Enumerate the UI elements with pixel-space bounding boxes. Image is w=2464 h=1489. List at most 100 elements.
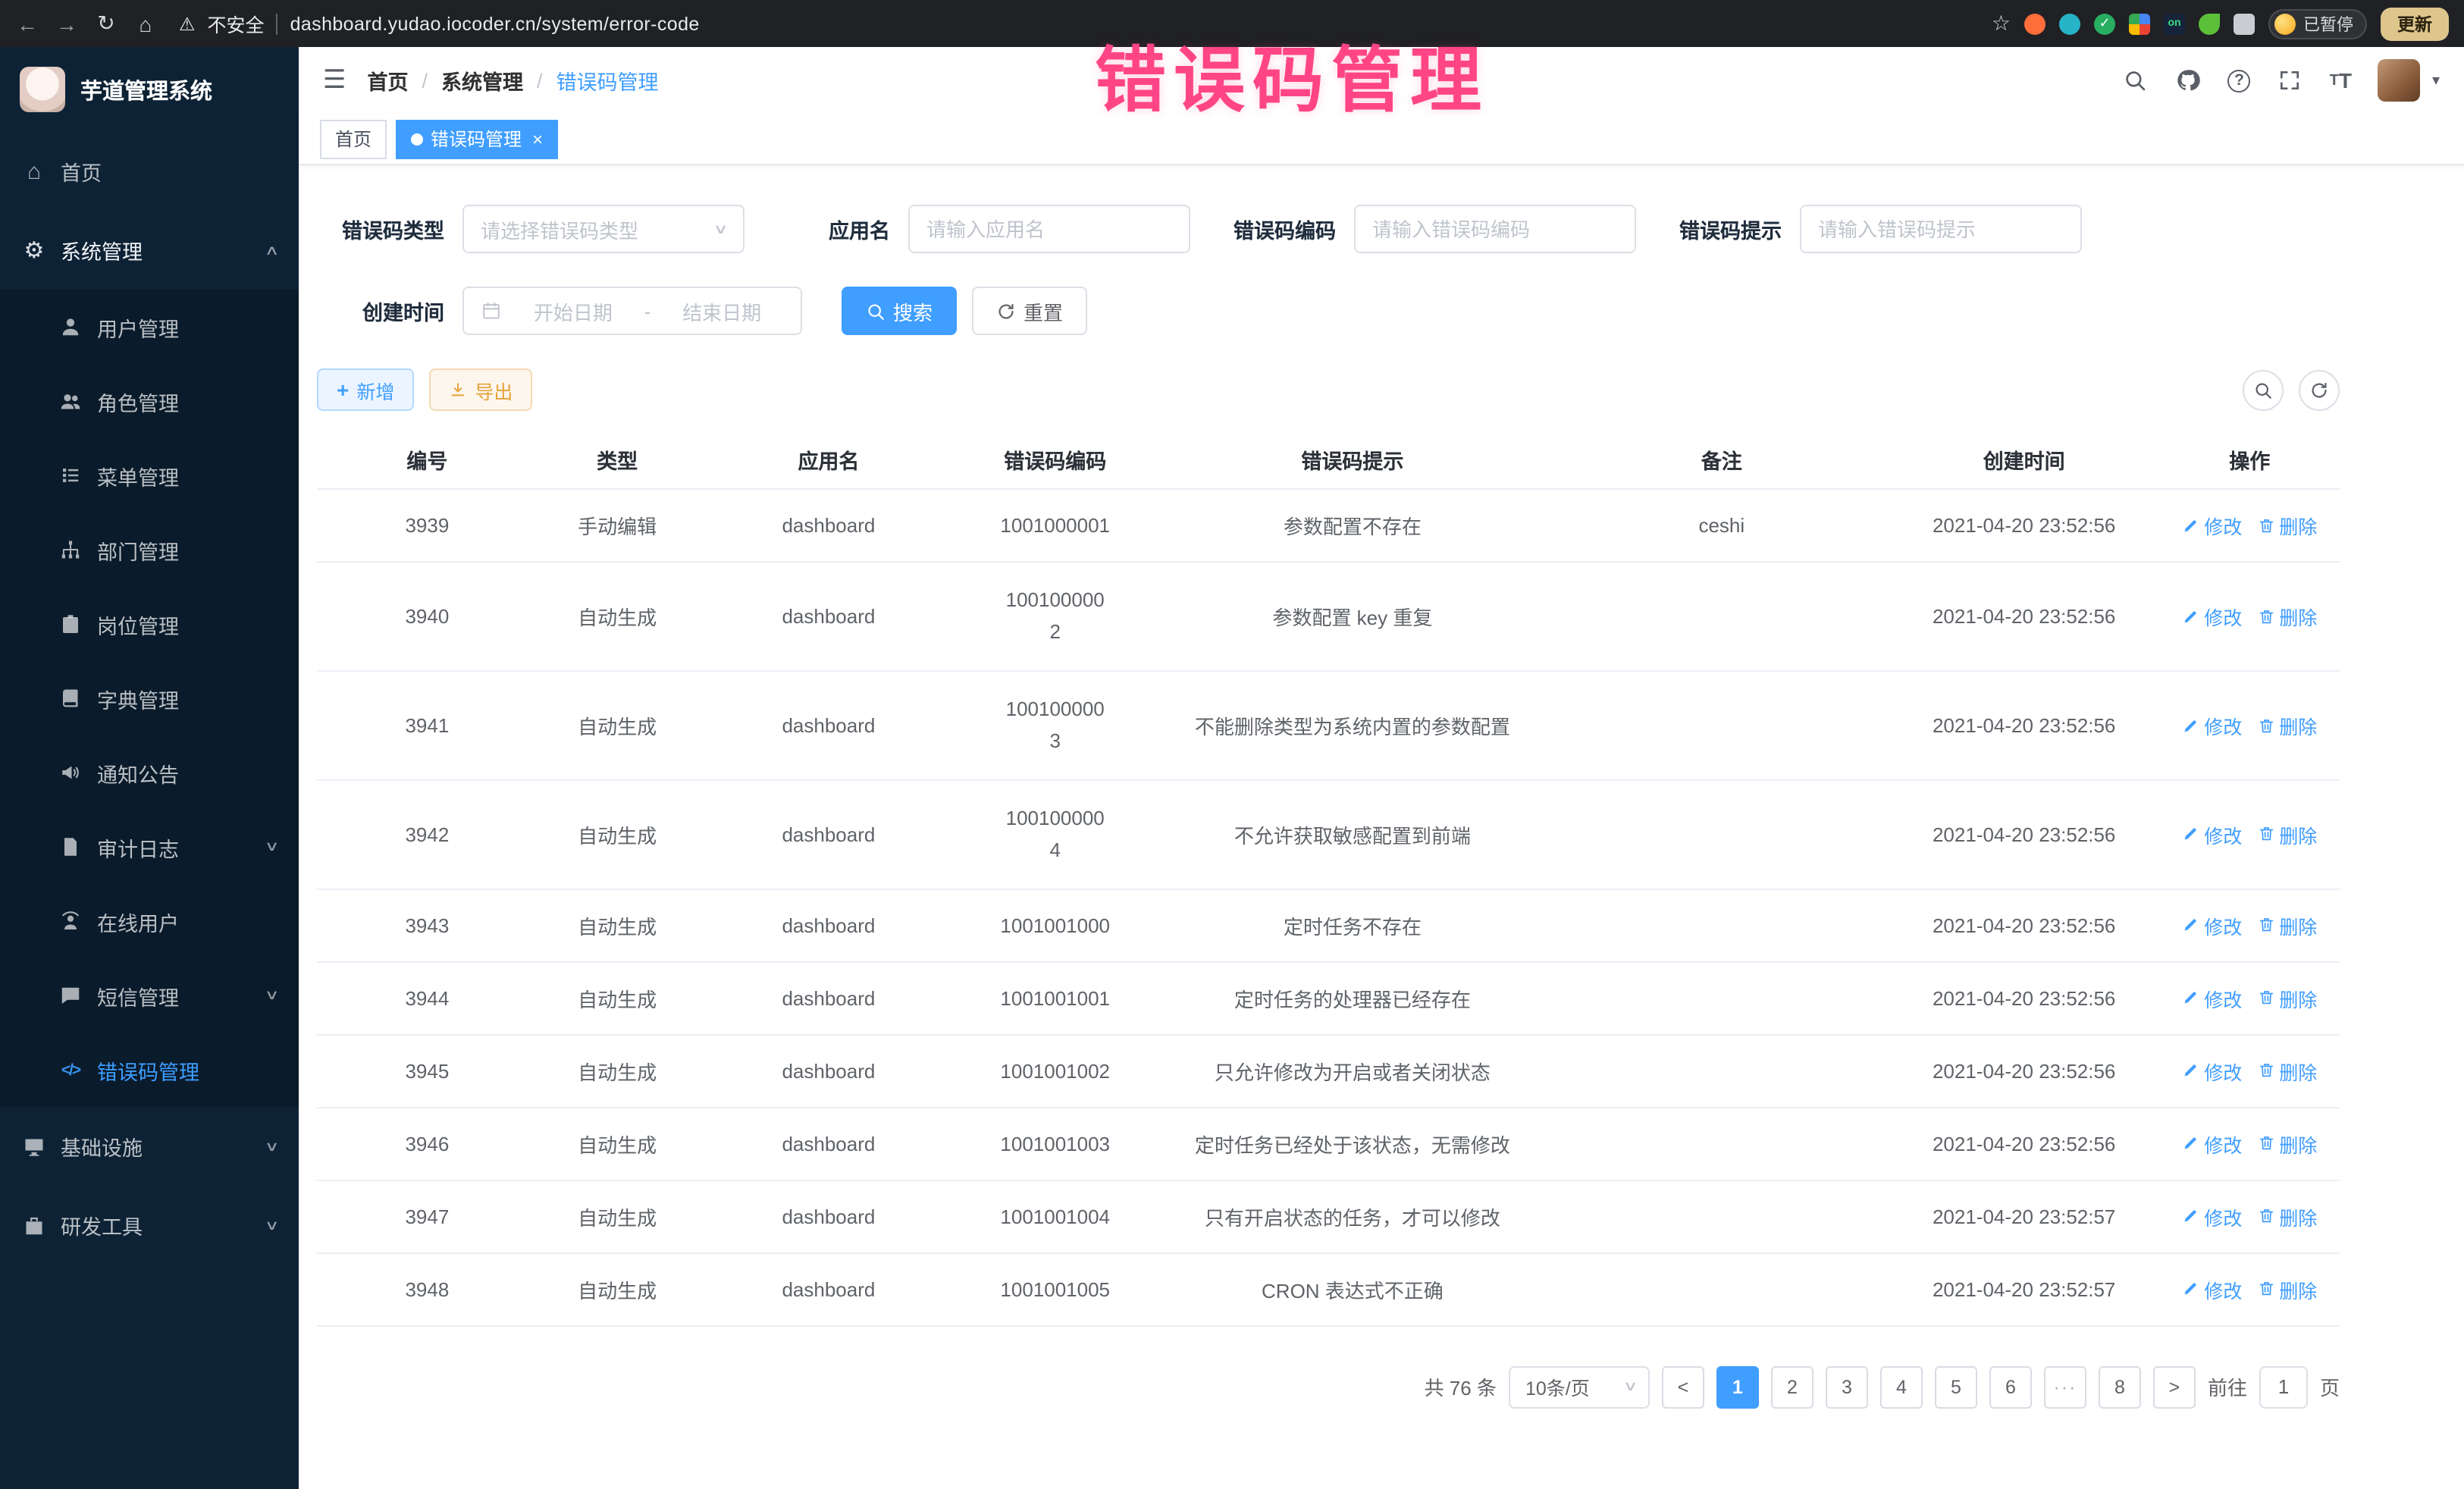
browser-home-icon[interactable]: ⌂: [133, 11, 158, 36]
sidebar-item[interactable]: 研发工具∨: [0, 1186, 299, 1265]
delete-link[interactable]: 删除: [2257, 1129, 2317, 1158]
sidebar-item[interactable]: ⚙系统管理∧: [0, 211, 299, 290]
edit-link[interactable]: 修改: [2182, 1274, 2242, 1303]
sidebar-item[interactable]: 基础设施∨: [0, 1107, 299, 1186]
error-code-input[interactable]: [1354, 205, 1636, 253]
fullscreen-icon[interactable]: [2277, 67, 2304, 94]
delete-link[interactable]: 删除: [2257, 911, 2317, 939]
browser-forward-icon[interactable]: →: [55, 11, 79, 36]
page-size-select[interactable]: 10条/页 ∨: [1509, 1365, 1650, 1408]
pagination-page[interactable]: 5: [1935, 1365, 1977, 1408]
profile-avatar-icon: [2274, 13, 2296, 34]
delete-link[interactable]: 删除: [2257, 1274, 2317, 1303]
edit-link[interactable]: 修改: [2182, 602, 2242, 631]
breadcrumb-home[interactable]: 首页: [368, 65, 409, 96]
delete-link[interactable]: 删除: [2257, 1056, 2317, 1085]
extension-leaf-icon[interactable]: [2199, 13, 2220, 34]
filter-app-label: 应用名: [763, 214, 908, 244]
cell-hint: CRON 表达式不正确: [1150, 1252, 1555, 1325]
extension-drop-icon[interactable]: [2059, 13, 2080, 34]
app-name-input[interactable]: [908, 205, 1190, 253]
edit-link[interactable]: 修改: [2182, 983, 2242, 1012]
sidebar-item[interactable]: ⌂首页: [0, 132, 299, 211]
edit-link[interactable]: 修改: [2182, 1202, 2242, 1230]
extension-grid-icon[interactable]: [2129, 13, 2150, 34]
sidebar-item[interactable]: 角色管理: [0, 364, 299, 438]
export-button[interactable]: 导出: [429, 368, 532, 411]
edit-link-label: 修改: [2204, 820, 2242, 848]
filter-hint-label: 错误码提示: [1654, 214, 1800, 244]
help-icon[interactable]: ?: [2228, 69, 2251, 92]
extension-vpn-icon[interactable]: on: [2164, 13, 2185, 34]
search-icon[interactable]: [2122, 67, 2149, 94]
pagination-more[interactable]: ···: [2044, 1365, 2086, 1408]
edit-link[interactable]: 修改: [2182, 1056, 2242, 1085]
tag-error-code[interactable]: 错误码管理 ×: [396, 119, 558, 158]
goto-page-input[interactable]: [2259, 1365, 2308, 1408]
edit-link[interactable]: 修改: [2182, 1129, 2242, 1158]
sidebar-toggle-icon[interactable]: ☰: [323, 65, 346, 96]
delete-link[interactable]: 删除: [2257, 711, 2317, 740]
sidebar-item[interactable]: 审计日志∨: [0, 810, 299, 884]
pagination-page[interactable]: 2: [1771, 1365, 1814, 1408]
pagination-prev-button[interactable]: <: [1662, 1365, 1704, 1408]
error-hint-input[interactable]: [1800, 205, 2082, 253]
sidebar-item[interactable]: 通知公告: [0, 735, 299, 810]
search-button[interactable]: 搜索: [842, 287, 957, 335]
edit-link[interactable]: 修改: [2182, 511, 2242, 540]
list-icon: [58, 464, 83, 487]
sidebar-item[interactable]: 用户管理: [0, 290, 299, 364]
user-menu-caret-icon[interactable]: ▾: [2432, 72, 2440, 89]
create-time-range-picker[interactable]: 开始日期 - 结束日期: [462, 287, 802, 335]
sidebar-item[interactable]: 短信管理∨: [0, 958, 299, 1033]
cell-time: 2021-04-20 23:52:57: [1889, 1252, 2160, 1325]
refresh-table-button[interactable]: [2299, 369, 2340, 410]
sidebar-item[interactable]: 岗位管理: [0, 587, 299, 661]
extension-adblock-icon[interactable]: [2024, 13, 2045, 34]
user-avatar[interactable]: [2378, 59, 2420, 102]
edit-link[interactable]: 修改: [2182, 820, 2242, 848]
add-button[interactable]: + 新增: [317, 368, 414, 411]
profile-paused-badge[interactable]: 已暂停: [2268, 8, 2367, 39]
pagination-page[interactable]: 1: [1716, 1365, 1759, 1408]
github-icon[interactable]: [2175, 67, 2202, 94]
sidebar-item[interactable]: </>错误码管理: [0, 1033, 299, 1107]
pagination-page[interactable]: 8: [2099, 1365, 2141, 1408]
cell-hint: 不允许获取敏感配置到前端: [1150, 780, 1555, 889]
cell-operations: 修改删除: [2159, 562, 2340, 671]
browser-back-icon[interactable]: ←: [15, 11, 39, 36]
address-bar[interactable]: ⚠ 不安全 dashboard.yudao.iocoder.cn/system/…: [179, 9, 700, 38]
font-size-icon[interactable]: TT: [2330, 67, 2352, 94]
edit-link[interactable]: 修改: [2182, 711, 2242, 740]
pagination-page[interactable]: 6: [1989, 1365, 2032, 1408]
pagination-page[interactable]: 4: [1880, 1365, 1923, 1408]
cell-hint: 不能删除类型为系统内置的参数配置: [1150, 671, 1555, 780]
sidebar-item[interactable]: 菜单管理: [0, 438, 299, 513]
delete-link[interactable]: 删除: [2257, 820, 2317, 848]
reset-button[interactable]: 重置: [972, 287, 1087, 335]
error-type-select[interactable]: 请选择错误码类型 ∨: [462, 205, 745, 253]
sidebar-item[interactable]: 在线用户: [0, 884, 299, 958]
browser-refresh-icon[interactable]: ↻: [94, 11, 118, 36]
delete-link[interactable]: 删除: [2257, 983, 2317, 1012]
delete-link[interactable]: 删除: [2257, 511, 2317, 540]
sidebar-item[interactable]: 部门管理: [0, 513, 299, 587]
delete-link[interactable]: 删除: [2257, 1202, 2317, 1230]
edit-link[interactable]: 修改: [2182, 911, 2242, 939]
extension-check-icon[interactable]: ✓: [2094, 13, 2115, 34]
tag-close-icon[interactable]: ×: [532, 128, 543, 149]
pagination-page[interactable]: 3: [1826, 1365, 1868, 1408]
cell-hint: 定时任务的处理器已经存在: [1150, 961, 1555, 1034]
pagination-next-button[interactable]: >: [2153, 1365, 2196, 1408]
app-logo[interactable]: 芋道管理系统: [0, 47, 299, 132]
extensions-menu-icon[interactable]: [2234, 13, 2255, 34]
chevron-right-icon: >: [2169, 1376, 2180, 1397]
tag-home[interactable]: 首页: [320, 119, 387, 158]
bookmark-star-icon[interactable]: ☆: [1992, 11, 2011, 36]
breadcrumb-system[interactable]: 系统管理: [441, 65, 523, 96]
monitor-icon: [21, 1135, 47, 1158]
browser-update-button[interactable]: 更新: [2381, 7, 2449, 40]
toggle-search-button[interactable]: [2243, 369, 2284, 410]
sidebar-item[interactable]: 字典管理: [0, 661, 299, 735]
delete-link[interactable]: 删除: [2257, 602, 2317, 631]
